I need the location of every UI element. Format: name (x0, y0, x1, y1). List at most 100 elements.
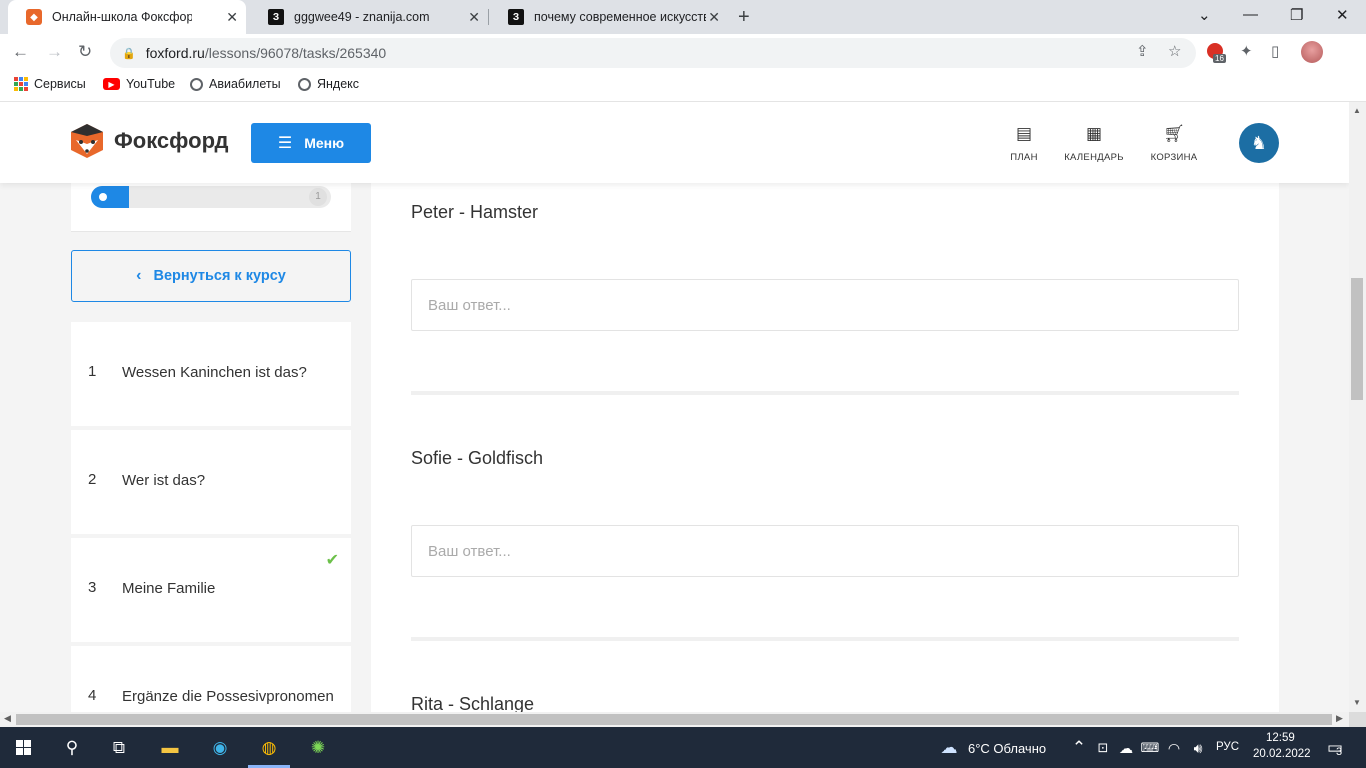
lesson-label: Wessen Kaninchen ist das? (122, 364, 307, 381)
lesson-number: 4 (88, 687, 97, 704)
lock-icon: 🔒 (122, 47, 136, 60)
back-to-course-button[interactable]: ‹ Вернуться к курсу (71, 250, 351, 302)
restore-icon[interactable]: ❐ (1290, 6, 1303, 24)
question-prompt: Peter - Hamster (411, 202, 539, 222)
close-window-icon[interactable]: ✕ (1336, 6, 1349, 24)
nav-calendar[interactable]: ▦ КАЛЕНДАРЬ (1059, 124, 1129, 163)
answer-input-1[interactable] (411, 279, 1239, 331)
file-explorer-icon[interactable]: ▬ (157, 735, 183, 761)
lesson-item-1[interactable]: 1 Wessen Kaninchen ist das? (71, 322, 351, 426)
lesson-label: Meine Familie (122, 580, 216, 597)
lesson-item-3[interactable]: ✔ 3 Meine Familie (71, 538, 351, 642)
progress-dot (99, 193, 107, 201)
nav-plan[interactable]: ▤ ПЛАН (989, 124, 1059, 163)
progress-bar: 1 (91, 186, 331, 208)
chrome-browser-icon[interactable]: ◍ (256, 735, 282, 761)
address-bar[interactable]: 🔒 foxford.ru/lessons/96078/tasks/265340 (110, 38, 1196, 68)
progress-end-marker: 1 (309, 188, 327, 206)
extension-badge: 16 (1213, 54, 1226, 63)
fox-logo-icon[interactable] (70, 122, 104, 160)
browser-toolbar: ← → ↻ 🔒 foxford.ru/lessons/96078/tasks/2… (0, 34, 1366, 72)
lesson-label: Wer ist das? (122, 472, 206, 489)
network-icon[interactable]: ◠ (1161, 735, 1187, 761)
owl-avatar-icon: ♞ (1250, 132, 1268, 153)
vertical-scrollbar[interactable]: ▲ ▼ (1349, 102, 1366, 712)
tab-foxford[interactable]: ◆ Онлайн-школа Фоксфорд ✕ (8, 0, 246, 34)
scroll-thumb[interactable] (16, 714, 1332, 725)
clock-time[interactable]: 12:59 (1266, 732, 1295, 744)
language-indicator[interactable]: РУС (1216, 741, 1239, 753)
extensions-puzzle-icon[interactable]: ✦ (1240, 42, 1253, 60)
check-icon: ✔ (325, 552, 339, 569)
task-card: Peter - Hamster Sofie - Goldfisch Rita -… (371, 102, 1279, 712)
bookmark-label: Сервисы (34, 77, 86, 91)
nav-cart[interactable]: 🛒︎ КОРЗИНА (1139, 124, 1209, 163)
close-tab-icon[interactable]: ✕ (468, 9, 480, 26)
weather-text[interactable]: 6°C Облачно (968, 741, 1046, 756)
side-panel-icon[interactable]: ▯ (1271, 42, 1279, 60)
windows-taskbar: ⚲ ⧉ ▬ ◉ ◍ ✺ ☁ 6°C Облачно ⌃ ⊡ ☁ ⌨ ◠ 🔊︎ Р… (0, 727, 1366, 768)
bookmark-services[interactable]: Сервисы (14, 77, 86, 91)
bookmark-label: Яндекс (317, 77, 360, 91)
task-view-icon[interactable]: ⧉ (106, 735, 132, 761)
logo-text[interactable]: Фоксфорд (114, 128, 228, 154)
tab-separator (488, 9, 489, 25)
answer-input-2[interactable] (411, 525, 1239, 577)
cart-icon: 🛒︎ (1163, 124, 1185, 143)
lesson-item-4[interactable]: 4 Ergänze die Possesivpronomen (71, 646, 351, 712)
bookmark-star-icon[interactable]: ☆ (1168, 42, 1181, 60)
bookmark-youtube[interactable]: ▶ YouTube (103, 77, 175, 91)
bookmark-label: YouTube (126, 77, 176, 91)
bookmarks-bar: Сервисы ▶ YouTube Авиабилеты Яндекс (0, 72, 1366, 102)
bookmark-yandex[interactable]: Яндекс (298, 77, 359, 91)
scrollbar-corner (1349, 712, 1366, 727)
share-icon[interactable]: ⇪ (1136, 42, 1149, 60)
scroll-down-icon[interactable]: ▼ (1353, 698, 1361, 707)
horizontal-scrollbar[interactable]: ◀ ▶ (0, 712, 1349, 727)
reload-icon[interactable]: ↻ (78, 42, 92, 62)
globe-icon (298, 77, 311, 91)
search-icon[interactable]: ⚲ (59, 735, 85, 761)
notifications-icon[interactable]: ▭ (1322, 735, 1348, 761)
app-green-icon[interactable]: ✺ (305, 735, 331, 761)
minimize-icon[interactable]: — (1243, 6, 1258, 23)
nav-label: ПЛАН (1010, 152, 1038, 163)
znanija-favicon-icon: З (508, 9, 524, 25)
menu-label: Меню (304, 135, 345, 151)
clock-date[interactable]: 20.02.2022 (1253, 748, 1311, 760)
user-avatar[interactable]: ♞ (1239, 123, 1279, 163)
fox-favicon-icon: ◆ (26, 9, 42, 25)
forward-arrow-icon[interactable]: → (46, 42, 63, 62)
tab-title: Онлайн-школа Фоксфорд (52, 10, 192, 24)
scroll-up-icon[interactable]: ▲ (1353, 106, 1361, 115)
scroll-thumb[interactable] (1351, 278, 1363, 400)
close-tab-icon[interactable]: ✕ (226, 9, 238, 26)
new-tab-icon[interactable]: + (738, 6, 750, 29)
globe-icon (190, 77, 203, 91)
bookmark-aviatickets[interactable]: Авиабилеты (190, 77, 281, 91)
url-path: /lessons/96078/tasks/265340 (204, 45, 387, 61)
lesson-item-2[interactable]: 2 Wer ist das? (71, 430, 351, 534)
volume-icon[interactable]: 🔊︎ (1185, 735, 1211, 761)
keyboard-icon[interactable]: ⌨ (1137, 735, 1163, 761)
divider (411, 637, 1239, 641)
lesson-number: 3 (88, 579, 97, 596)
windows-start-icon[interactable] (16, 740, 31, 755)
tab-znanija[interactable]: З gggwee49 - znanija.com ✕ (250, 0, 488, 34)
profile-avatar[interactable] (1301, 41, 1323, 63)
scroll-right-icon[interactable]: ▶ (1336, 713, 1343, 724)
bookmark-label: Авиабилеты (209, 77, 281, 91)
back-arrow-icon[interactable]: ← (12, 42, 29, 62)
onedrive-icon[interactable]: ☁ (1113, 735, 1139, 761)
tab-title: gggwee49 - znanija.com (294, 10, 430, 24)
tab-search-chevron-icon[interactable]: ⌄ (1198, 6, 1211, 24)
tray-chevron-icon[interactable]: ⌃ (1066, 735, 1092, 761)
menu-button[interactable]: ☰ Меню (251, 123, 371, 163)
nav-label: КАЛЕНДАРЬ (1064, 152, 1124, 163)
tab-title: почему современное искусство (534, 10, 706, 24)
edge-browser-icon[interactable]: ◉ (207, 735, 233, 761)
scroll-left-icon[interactable]: ◀ (4, 713, 11, 724)
tab-art[interactable]: З почему современное искусство ✕ (490, 0, 728, 34)
close-tab-icon[interactable]: ✕ (708, 9, 720, 26)
browser-tab-strip: ◆ Онлайн-школа Фоксфорд ✕ З gggwee49 - z… (0, 0, 1366, 34)
